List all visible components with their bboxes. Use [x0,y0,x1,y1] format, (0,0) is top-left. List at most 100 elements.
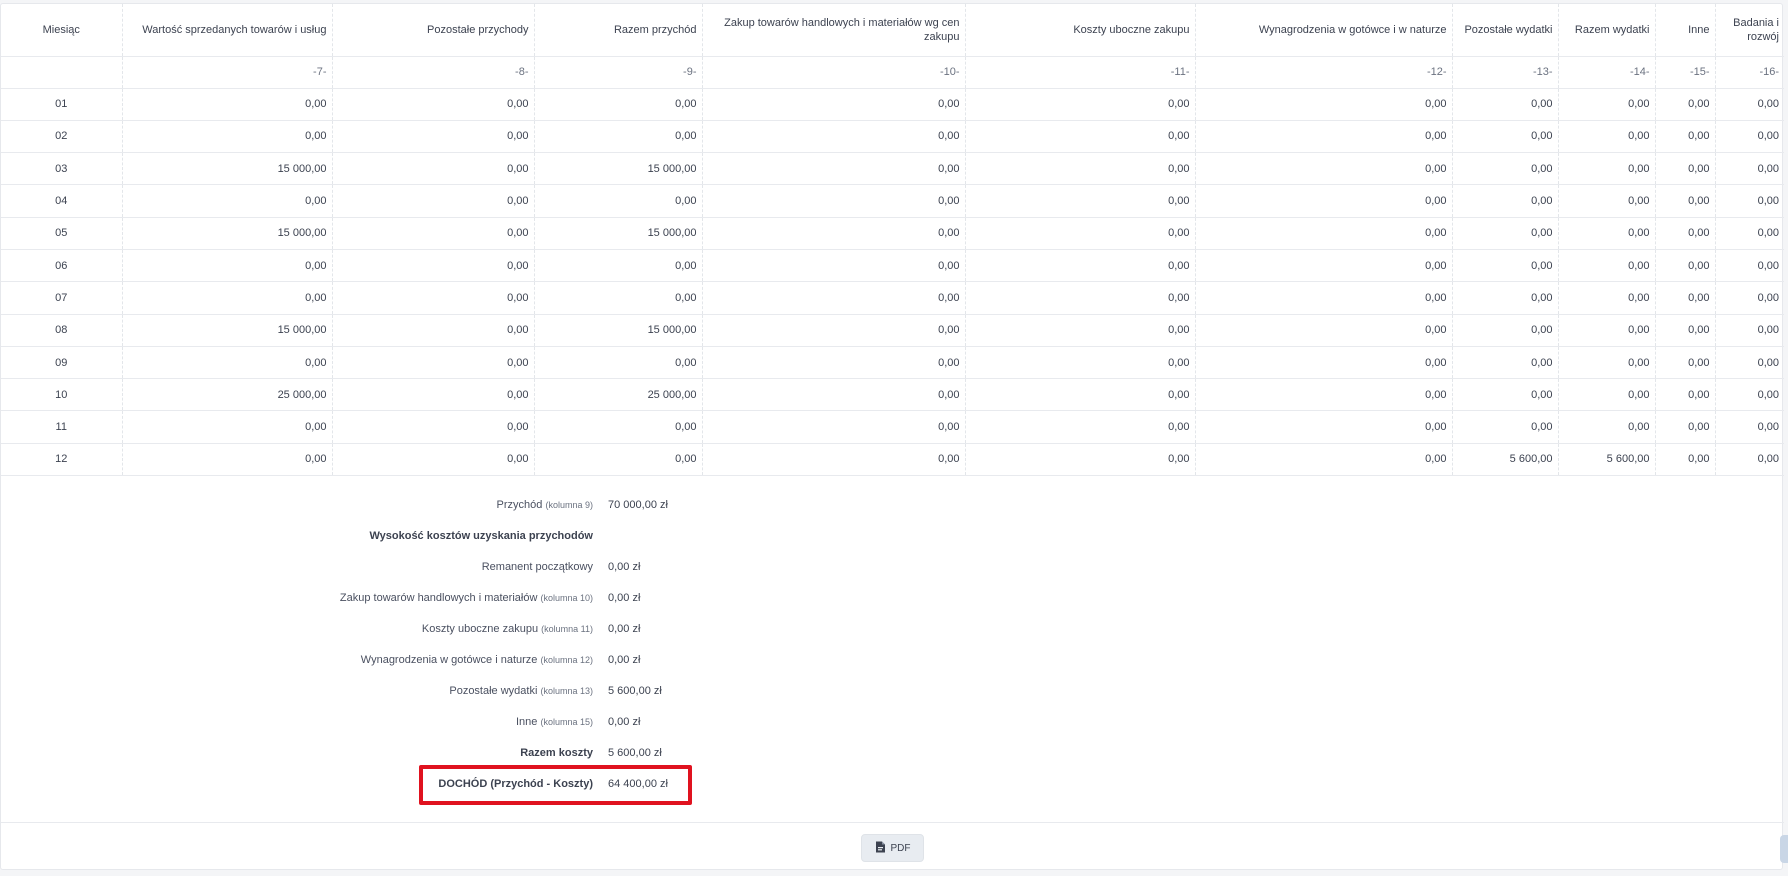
amount-cell: 0,00 [965,120,1196,154]
amount-cell: 0,00 [1195,88,1453,121]
summary-value: 70 000,00 zł [608,499,668,511]
summary-label: Inne (kolumna 15) [515,716,593,728]
amount-cell: 0,00 [122,346,333,380]
summary-label: Wynagrodzenia w gotówce i naturze (kolum… [360,654,593,666]
table-row: 07 0,00 0,00 0,00 0,00 0,00 0,00 0,00 0,00 0,00 0,… [1,281,1784,315]
amount-cell: 0,00 [122,88,333,121]
amount-cell: 0,00 [965,346,1196,380]
summary-row-wynagrodzenia: Wynagrodzenia w gotówce i naturze (kolum… [1,645,701,676]
table-row: 02 0,00 0,00 0,00 0,00 0,00 0,00 0,00 0,00 0,00 0,… [1,120,1784,154]
amount-cell: 0,00 [332,314,535,347]
amount-cell: 0,00 [702,410,966,444]
header-row: Miesiąc Wartość sprzedanych towarów i us… [1,4,1784,57]
amount-cell: 5 600,00 [1558,443,1656,477]
dochod-highlight-box [419,765,692,805]
amount-cell: 0,00 [702,88,966,121]
amount-cell: 0,00 [122,120,333,154]
table-row: 04 0,00 0,00 0,00 0,00 0,00 0,00 0,00 0,00 0,00 0,… [1,184,1784,218]
summary-label: Remanent początkowy [481,561,593,573]
amount-cell: 0,00 [534,443,703,477]
amount-cell: 0,00 [332,281,535,315]
report-panel: Miesiąc Wartość sprzedanych towarów i us… [0,3,1784,870]
amount-cell: 0,00 [1452,249,1559,283]
amount-cell: 0,00 [1558,152,1656,186]
month-cell: 09 [1,346,123,380]
amount-cell: 0,00 [965,410,1196,444]
amount-cell: 0,00 [1715,152,1784,186]
amount-cell: 0,00 [1195,314,1453,347]
column-number: -15- [1655,56,1716,89]
amount-cell: 5 600,00 [1452,443,1559,477]
amount-cell: 0,00 [1558,410,1656,444]
scroll-to-top-tab[interactable] [1780,835,1788,863]
amount-cell: 15 000,00 [534,152,703,186]
amount-cell: 0,00 [1655,88,1716,121]
col-header: Zakup towarów handlowych i materiałów wg… [702,4,966,57]
summary-value: 0,00 zł [608,623,641,635]
column-number: -7- [122,56,333,89]
summary-row-uboczne: Koszty uboczne zakupu (kolumna 11) 0,00 … [1,614,701,645]
amount-cell: 0,00 [1715,378,1784,412]
amount-cell: 15 000,00 [534,217,703,250]
amount-cell: 0,00 [534,120,703,154]
column-number: -10- [702,56,966,89]
amount-cell: 0,00 [702,152,966,186]
amount-cell: 0,00 [1452,120,1559,154]
amount-cell: 0,00 [1452,88,1559,121]
amount-cell: 0,00 [702,184,966,218]
amount-cell: 0,00 [702,346,966,380]
amount-cell: 15 000,00 [122,314,333,347]
amount-cell: 0,00 [1195,217,1453,250]
column-number: -11- [965,56,1196,89]
col-header: Miesiąc [1,4,123,57]
table-row: 01 0,00 0,00 0,00 0,00 0,00 0,00 0,00 0,00 0,00 0,… [1,88,1784,121]
amount-cell: 0,00 [965,217,1196,250]
ledger-table: Miesiąc Wartość sprzedanych towarów i us… [1,4,1784,477]
amount-cell: 0,00 [1655,346,1716,380]
col-header: Pozostałe przychody [332,4,535,57]
amount-cell: 0,00 [1558,346,1656,380]
amount-cell: 0,00 [1558,184,1656,218]
amount-cell: 0,00 [1715,120,1784,154]
amount-cell: 0,00 [1715,184,1784,218]
column-number: -12- [1195,56,1453,89]
amount-cell: 0,00 [702,314,966,347]
amount-cell: 0,00 [1655,152,1716,186]
amount-cell: 15 000,00 [122,217,333,250]
amount-cell: 0,00 [1715,346,1784,380]
amount-cell: 0,00 [1715,281,1784,315]
pdf-file-icon [875,841,886,856]
amount-cell: 0,00 [122,410,333,444]
column-number: -14- [1558,56,1656,89]
amount-cell: 0,00 [332,443,535,477]
amount-cell: 15 000,00 [534,314,703,347]
pdf-export-button[interactable]: PDF [861,834,924,862]
amount-cell: 0,00 [1452,217,1559,250]
month-cell: 10 [1,378,123,412]
col-header: Razem wydatki [1558,4,1656,57]
amount-cell: 0,00 [1715,88,1784,121]
amount-cell: 0,00 [702,217,966,250]
summary-row-przychod: Przychód (kolumna 9) 70 000,00 zł [1,490,701,521]
col-header: Inne [1655,4,1716,57]
amount-cell: 0,00 [702,443,966,477]
amount-cell: 0,00 [1715,443,1784,477]
table-row: 03 15 000,00 0,00 15 000,00 0,00 0,00 0,00 0,00… [1,152,1784,186]
amount-cell: 15 000,00 [122,152,333,186]
amount-cell: 0,00 [702,249,966,283]
amount-cell: 0,00 [122,281,333,315]
amount-cell: 0,00 [332,378,535,412]
amount-cell: 0,00 [1195,281,1453,315]
month-cell: 06 [1,249,123,283]
col-header: Badania i rozwój [1715,4,1784,57]
amount-cell: 0,00 [1195,443,1453,477]
amount-cell: 0,00 [1452,184,1559,218]
month-cell: 11 [1,410,123,444]
amount-cell: 0,00 [1195,120,1453,154]
amount-cell: 0,00 [1452,152,1559,186]
amount-cell: 0,00 [1655,184,1716,218]
summary-row-pozostale: Pozostałe wydatki (kolumna 13) 5 600,00 … [1,676,701,707]
footer-divider [1,822,1784,823]
amount-cell: 0,00 [1655,249,1716,283]
table-row: 05 15 000,00 0,00 15 000,00 0,00 0,00 0,00 0,00… [1,217,1784,250]
